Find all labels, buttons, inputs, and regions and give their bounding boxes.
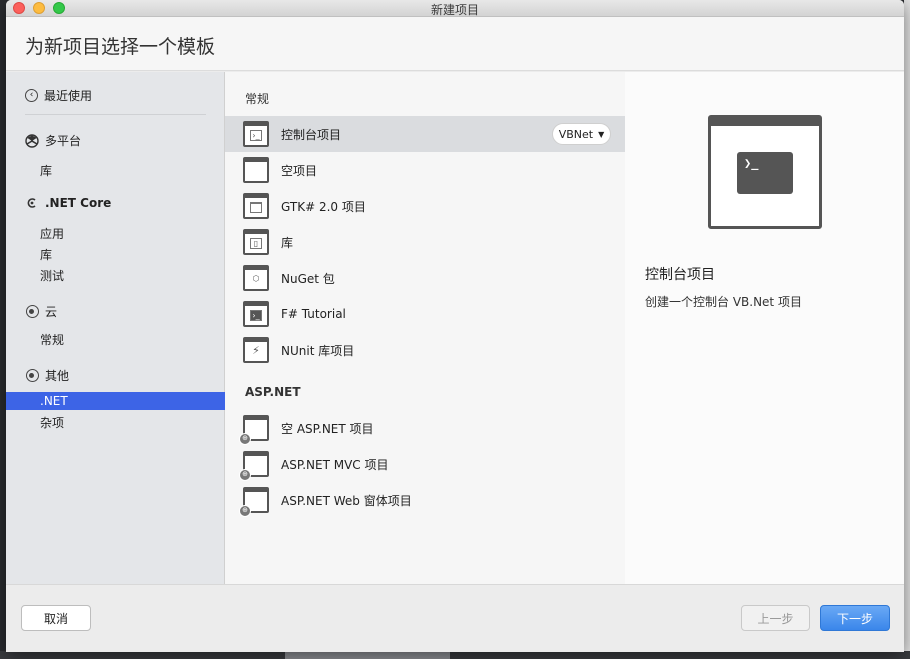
- chevron-down-icon: ▼: [598, 129, 605, 139]
- sidebar-category-cloud[interactable]: 云: [25, 303, 57, 320]
- template-label: GTK# 2.0 项目: [281, 199, 366, 214]
- language-value: VBNet: [558, 127, 594, 141]
- background-app-bottom: [0, 651, 910, 659]
- sidebar-category-multiplatform[interactable]: 多平台: [25, 132, 81, 149]
- sidebar-item-multiplatform-library[interactable]: 库: [40, 162, 52, 179]
- console-template-icon: ›_: [243, 121, 269, 147]
- template-label: F# Tutorial: [281, 307, 346, 321]
- back-chevron-icon: ‹: [25, 88, 38, 102]
- aspnet-webforms-template-icon: ⊕: [239, 487, 269, 517]
- dialog-content: ‹ 最近使用 多平台 库 .NET Core 应用 库 测试 云 常规 其他 .…: [6, 72, 904, 584]
- cancel-button[interactable]: 取消: [21, 605, 91, 631]
- sidebar-divider: [25, 114, 206, 115]
- sidebar-category-netcore[interactable]: .NET Core: [25, 196, 111, 210]
- sidebar-category-label: 多平台: [45, 134, 82, 148]
- template-item-empty[interactable]: 空项目: [225, 152, 625, 188]
- aspnet-empty-template-icon: ⊕: [239, 415, 269, 445]
- template-label: NuGet 包: [281, 271, 335, 286]
- previous-button[interactable]: 上一步: [741, 605, 810, 631]
- sidebar-item-dotnet[interactable]: .NET: [6, 392, 225, 410]
- sidebar-category-label: 云: [45, 305, 58, 319]
- dialog-header: 为新项目选择一个模板: [6, 17, 904, 71]
- template-list: 常规 ›_ 控制台项目 VBNet ▼ 空项目 GTK# 2.0 项目 ▯ 库: [225, 72, 625, 584]
- multiplatform-icon: [25, 133, 39, 148]
- dialog-footer: 取消 上一步 下一步: [6, 584, 904, 652]
- background-app-right: [904, 0, 910, 659]
- preview-description: 创建一个控制台 VB.Net 项目: [645, 295, 802, 309]
- sidebar-item-recent[interactable]: ‹ 最近使用: [25, 86, 92, 104]
- fsharp-template-icon: ›_: [243, 301, 269, 327]
- sidebar-item-label: .NET: [40, 394, 68, 408]
- sidebar-item-netcore-test[interactable]: 测试: [40, 267, 64, 284]
- netcore-icon: [25, 196, 39, 210]
- title-bar: 新建项目: [6, 0, 904, 17]
- globe-icon: ⊕: [239, 505, 251, 517]
- sidebar-item-misc[interactable]: 杂项: [40, 414, 64, 431]
- section-title-aspnet: ASP.NET: [245, 385, 301, 399]
- template-label: 库: [281, 235, 294, 250]
- next-button[interactable]: 下一步: [820, 605, 890, 631]
- page-title: 为新项目选择一个模板: [25, 36, 216, 58]
- globe-icon: ⊕: [239, 433, 251, 445]
- section-title-general: 常规: [245, 92, 270, 106]
- template-item-aspnet-mvc[interactable]: ⊕ ASP.NET MVC 项目: [225, 446, 625, 482]
- aspnet-mvc-template-icon: ⊕: [239, 451, 269, 481]
- category-sidebar: ‹ 最近使用 多平台 库 .NET Core 应用 库 测试 云 常规 其他 .…: [6, 72, 225, 584]
- cloud-icon: [25, 305, 39, 319]
- window-title: 新建项目: [430, 3, 479, 17]
- template-item-nuget[interactable]: ⬡ NuGet 包: [225, 260, 625, 296]
- library-template-icon: ▯: [243, 229, 269, 255]
- template-label: ASP.NET MVC 项目: [281, 457, 389, 472]
- background-strip: [285, 651, 450, 659]
- template-item-nunit[interactable]: ⚡ NUnit 库项目: [225, 332, 625, 368]
- template-item-library[interactable]: ▯ 库: [225, 224, 625, 260]
- nuget-template-icon: ⬡: [243, 265, 269, 291]
- preview-title: 控制台项目: [645, 267, 715, 283]
- nunit-template-icon: ⚡: [243, 337, 269, 363]
- sidebar-category-label: 其他: [45, 369, 70, 383]
- sidebar-item-netcore-library[interactable]: 库: [40, 246, 52, 263]
- terminal-prompt-icon: ❯_: [737, 152, 793, 194]
- console-preview-icon: ❯_: [708, 115, 822, 229]
- empty-template-icon: [243, 157, 269, 183]
- new-project-window: 新建项目 为新项目选择一个模板 ‹ 最近使用 多平台 库 .NET Core 应…: [6, 0, 904, 652]
- sidebar-category-other[interactable]: 其他: [25, 367, 69, 384]
- sidebar-item-cloud-general[interactable]: 常规: [40, 331, 64, 348]
- template-label: 空项目: [281, 163, 318, 178]
- language-dropdown[interactable]: VBNet ▼: [552, 123, 611, 145]
- template-item-fsharp[interactable]: ›_ F# Tutorial: [225, 296, 625, 332]
- globe-icon: ⊕: [239, 469, 251, 481]
- sidebar-item-label: 最近使用: [44, 88, 93, 103]
- template-label: 控制台项目: [281, 127, 342, 142]
- template-item-aspnet-empty[interactable]: ⊕ 空 ASP.NET 项目: [225, 410, 625, 446]
- sidebar-item-netcore-app[interactable]: 应用: [40, 225, 64, 242]
- template-preview: ❯_ 控制台项目 创建一个控制台 VB.Net 项目: [625, 72, 904, 584]
- other-icon: [25, 369, 39, 383]
- template-label: NUnit 库项目: [281, 343, 355, 358]
- gtk-template-icon: [243, 193, 269, 219]
- sidebar-category-label: .NET Core: [45, 196, 112, 210]
- template-item-aspnet-webforms[interactable]: ⊕ ASP.NET Web 窗体项目: [225, 482, 625, 518]
- template-label: ASP.NET Web 窗体项目: [281, 493, 412, 508]
- template-item-gtk[interactable]: GTK# 2.0 项目: [225, 188, 625, 224]
- template-item-console[interactable]: ›_ 控制台项目 VBNet ▼: [225, 116, 625, 152]
- template-label: 空 ASP.NET 项目: [281, 421, 374, 436]
